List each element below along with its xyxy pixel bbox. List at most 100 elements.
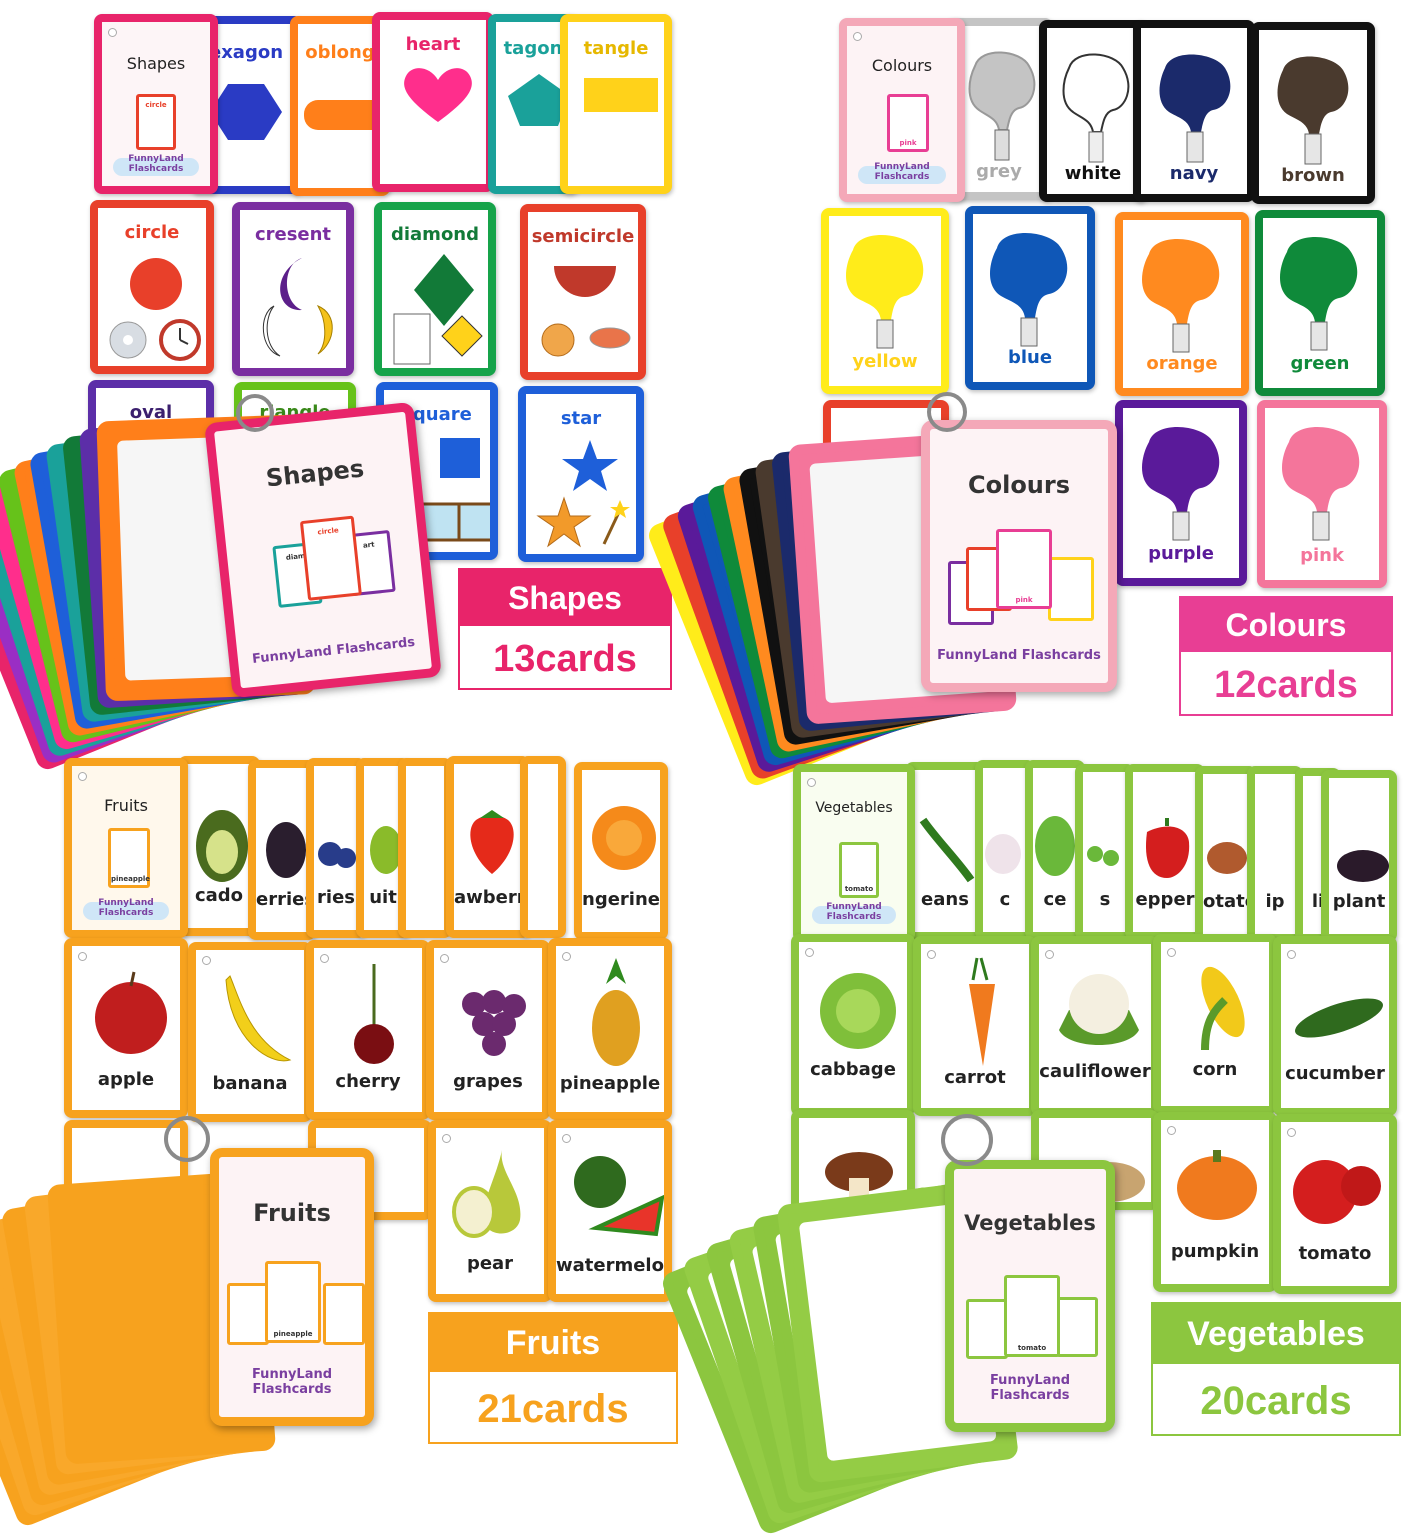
shapes-count-tag: Shapes 13cards: [458, 568, 672, 690]
starfish-icon: [536, 496, 630, 548]
mini-card: tomato: [839, 842, 879, 898]
tomato-icon: [1293, 1160, 1381, 1224]
mini-card: pink: [996, 529, 1052, 609]
rectangle-icon: [584, 78, 658, 112]
peas-icon: [1087, 846, 1119, 866]
fruit-card-passion: [398, 758, 452, 938]
binder-ring: [236, 394, 274, 432]
shape-card-crescent: cresent: [232, 202, 354, 376]
apple-icon: [95, 971, 167, 1054]
avocado-icon: [196, 810, 248, 882]
star-icon: [562, 440, 618, 491]
fruit-card-pear: pear: [428, 1120, 552, 1302]
fruit-card-tangerine: ngerine: [574, 762, 668, 940]
watermelon-icon: [574, 1156, 664, 1237]
paint-splat-green: [1280, 236, 1358, 351]
shape-card-semicircle: semicircle: [520, 204, 646, 380]
fruit-card-grapes: grapes: [426, 940, 550, 1120]
paint-splat-brown: [1277, 56, 1349, 165]
colours-cover-card: Colours pink FunnyLand Flashcards: [839, 18, 965, 202]
veg-card-cabbage: cabbage: [791, 934, 915, 1116]
pumpkin-icon: [1177, 1150, 1257, 1220]
blackberry-icon: [266, 822, 306, 878]
crescent-icon: [262, 258, 333, 357]
shapes-panel: exagon oblong heart tagon tangle Shapes …: [0, 0, 705, 773]
pepper-icon: [1145, 818, 1190, 878]
fruit-card-pineapple: pineapple: [548, 938, 672, 1120]
clock-icon: [109, 319, 201, 361]
fruit-card-cherry: cherry: [306, 940, 430, 1120]
colour-card-blue: blue: [965, 206, 1095, 390]
shape-card-rectangle: tangle: [560, 14, 672, 194]
veg-card-corn: corn: [1153, 934, 1277, 1114]
semicircle-icon: [554, 266, 616, 297]
colour-card-yellow: yellow: [821, 208, 949, 394]
veg-card-beans: eans: [905, 762, 985, 940]
mini-card: pink: [887, 94, 929, 152]
lettuce-icon: [1035, 816, 1075, 876]
paint-splat-blue: [990, 232, 1068, 347]
vegetables-panel: eans c ce s epper otato ip li plant Vege…: [659, 736, 1410, 1537]
paint-splat-white: [1062, 53, 1130, 163]
colour-card-white: white: [1039, 20, 1147, 202]
beans-icon: [919, 817, 975, 883]
fruits-fan-deck: Fruits pineapple FunnyLand Flashcards: [0, 1116, 400, 1529]
colour-card-green: green: [1255, 210, 1385, 396]
veg-card-pumpkin: pumpkin: [1153, 1112, 1277, 1292]
paint-splat-purple: [1142, 426, 1220, 541]
banana-icon: [225, 975, 292, 1062]
paint-splat-yellow: [846, 234, 924, 349]
corn-icon: [1201, 966, 1245, 1051]
paint-splat-orange: [1142, 238, 1220, 353]
mini-card: pineapple: [265, 1261, 321, 1343]
strawberry-icon: [470, 810, 514, 874]
colour-card-pink: pink: [1257, 400, 1387, 588]
playing-card-icon: [393, 313, 483, 365]
colour-card-navy: navy: [1133, 20, 1255, 202]
fruit-card-lemon-stack: [520, 756, 566, 938]
shape-card-diamond: diamond: [374, 202, 496, 376]
paint-splat-navy: [1159, 54, 1231, 163]
pineapple-icon: [592, 958, 640, 1066]
mini-card: circle: [299, 515, 362, 601]
mini-card: tomato: [1004, 1275, 1060, 1357]
potato-icon: [1207, 842, 1247, 874]
pizza-icon: [541, 323, 631, 357]
veg-card-cucumber: cucumber: [1273, 936, 1397, 1116]
colours-front-card: Colours pink FunnyLand Flashcards: [921, 420, 1117, 692]
shape-card-circle: circle: [90, 200, 214, 374]
colour-card-purple: purple: [1115, 400, 1247, 586]
colour-card-orange: orange: [1115, 212, 1249, 396]
shapes-fan-deck: Shapes diam art circle FunnyLand Flashca…: [0, 394, 450, 773]
veg-card-eggplant: plant: [1321, 770, 1397, 942]
colours-panel: grey white navy brown Colours pink Funny…: [645, 0, 1410, 789]
colours-fan-deck: Colours pink FunnyLand Flashcards: [645, 392, 1125, 789]
paint-splat-pink: [1282, 426, 1360, 541]
cauliflower-icon: [1059, 974, 1139, 1045]
pear-icon: [452, 1150, 521, 1238]
fruit-card-watermelon: watermelon: [548, 1120, 672, 1302]
vegetables-count-tag: Vegetables 20cards: [1151, 1302, 1401, 1436]
hexagon-icon: [210, 84, 282, 140]
colours-count-tag: Colours 12cards: [1179, 596, 1393, 716]
veg-card-pepper: epper: [1125, 764, 1205, 940]
fruits-count-tag: Fruits 21cards: [428, 1312, 678, 1444]
carrot-icon: [969, 957, 995, 1066]
grapes-icon: [462, 990, 526, 1056]
cabbage-icon: [820, 973, 896, 1049]
binder-ring: [164, 1116, 210, 1162]
eggplant-icon: [1337, 850, 1389, 882]
garlic-icon: [985, 834, 1021, 874]
cherry-icon: [354, 963, 394, 1064]
shape-card-heart: heart: [372, 12, 494, 192]
binder-ring: [927, 392, 967, 432]
veg-card-carrot: carrot: [913, 936, 1037, 1116]
fruits-cover-card: Fruits pineapple FunnyLand Flashcards: [64, 758, 188, 938]
mini-card: pineapple: [108, 828, 150, 888]
shapes-front-card: Shapes diam art circle FunnyLand Flashca…: [204, 401, 442, 699]
fruits-panel: cado erries ries uit awberry ngerine Fru…: [0, 736, 705, 1529]
mini-card: circle: [136, 94, 176, 150]
binder-ring: [941, 1114, 993, 1166]
vegetables-cover-card: Vegetables tomato FunnyLand Flashcards: [793, 764, 915, 942]
fruit-card-apple: apple: [64, 938, 188, 1118]
